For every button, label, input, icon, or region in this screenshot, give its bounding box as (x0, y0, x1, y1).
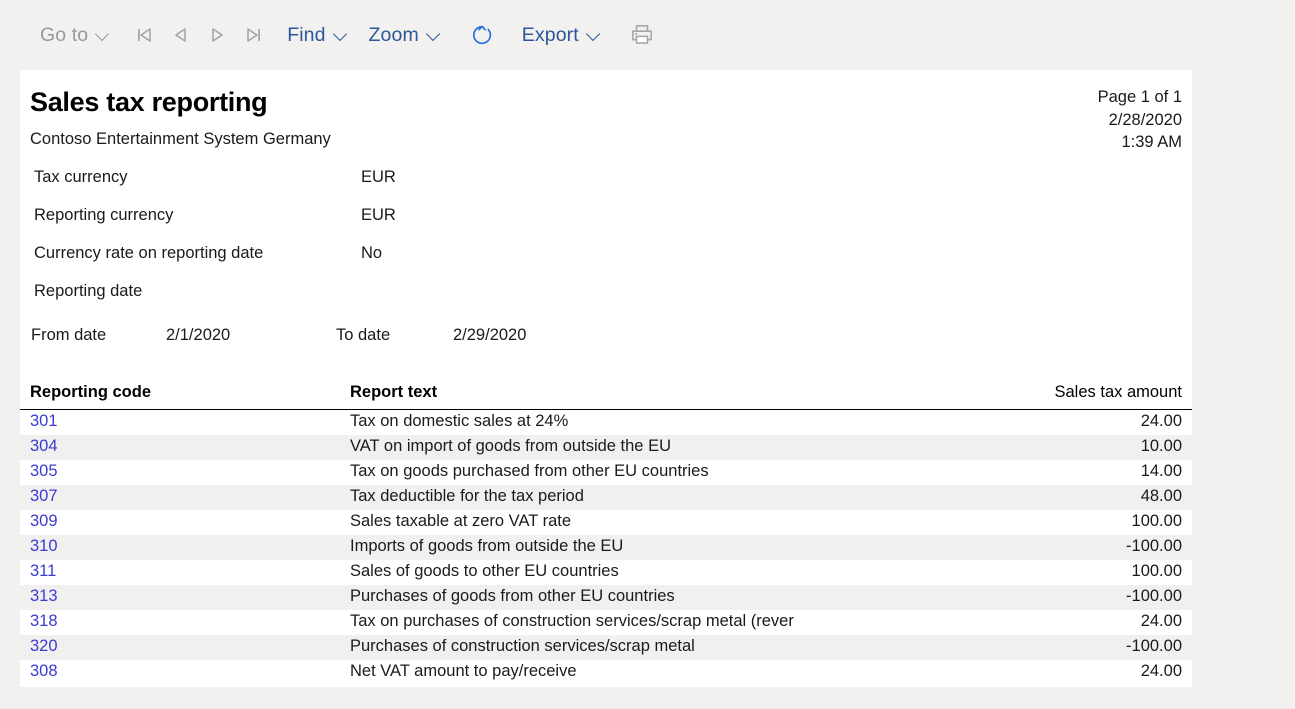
chevron-down-icon (587, 28, 602, 43)
legal-entity-name: Contoso Entertainment System Germany (30, 130, 331, 148)
cell-reporting-code[interactable]: 301 (30, 412, 58, 431)
cell-reporting-code[interactable]: 304 (30, 437, 58, 456)
cell-reporting-code[interactable]: 320 (30, 637, 58, 656)
cell-report-text: Tax on domestic sales at 24% (350, 412, 569, 430)
cell-reporting-code[interactable]: 308 (30, 662, 58, 681)
zoom-label: Zoom (368, 23, 419, 46)
to-date-value: 2/29/2020 (453, 326, 527, 344)
find-dropdown[interactable]: Find (281, 14, 354, 56)
page-number: Page 1 of 1 (1097, 88, 1182, 106)
cell-sales-tax-amount: 100.00 (1131, 512, 1182, 530)
cell-report-text: Tax on goods purchased from other EU cou… (350, 462, 709, 480)
report-meta: Page 1 of 1 2/28/2020 1:39 AM (1098, 86, 1182, 154)
parameter-value: EUR (361, 206, 396, 224)
table-row: 301 Tax on domestic sales at 24% 24.00 (20, 410, 1192, 435)
go-to-label: Go to (40, 23, 89, 46)
page-title: Sales tax reporting (30, 87, 268, 117)
table-row: 304 VAT on import of goods from outside … (20, 435, 1192, 460)
cell-sales-tax-amount: -100.00 (1126, 587, 1182, 605)
sales-tax-table: Reporting code Report text Sales tax amo… (20, 383, 1192, 685)
table-row: 308 Net VAT amount to pay/receive 24.00 (20, 660, 1192, 685)
export-label: Export (521, 23, 579, 46)
cell-reporting-code[interactable]: 318 (30, 612, 58, 631)
cell-report-text: VAT on import of goods from outside the … (350, 437, 671, 455)
cell-reporting-code[interactable]: 309 (30, 512, 58, 531)
table-row: 309 Sales taxable at zero VAT rate 100.0… (20, 510, 1192, 535)
to-date-label: To date (336, 326, 391, 344)
cell-sales-tax-amount: 10.00 (1140, 437, 1182, 455)
parameter-row: Reporting currency EUR (20, 203, 1192, 241)
table-header-row: Reporting code Report text Sales tax amo… (20, 383, 1192, 410)
cell-reporting-code[interactable]: 307 (30, 487, 58, 506)
table-row: 313 Purchases of goods from other EU cou… (20, 585, 1192, 610)
parameter-label: Reporting currency (34, 206, 174, 224)
cell-reporting-code[interactable]: 305 (30, 462, 58, 481)
cell-sales-tax-amount: 24.00 (1140, 662, 1182, 680)
report-date: 2/28/2020 (1108, 110, 1182, 129)
next-page-button[interactable] (199, 15, 235, 55)
previous-page-button[interactable] (163, 15, 199, 55)
cell-report-text: Tax deductible for the tax period (350, 487, 584, 505)
cell-reporting-code[interactable]: 311 (30, 562, 56, 581)
chevron-down-icon (427, 28, 442, 43)
first-page-button[interactable] (127, 15, 163, 55)
chevron-down-icon (334, 28, 349, 43)
cell-sales-tax-amount: -100.00 (1126, 637, 1182, 655)
cell-sales-tax-amount: 48.00 (1140, 487, 1182, 505)
cell-sales-tax-amount: 24.00 (1140, 612, 1182, 630)
table-row: 310 Imports of goods from outside the EU… (20, 535, 1192, 560)
print-button[interactable] (616, 14, 668, 56)
parameter-label: Tax currency (34, 168, 128, 186)
cell-report-text: Purchases of construction services/scrap… (350, 637, 695, 655)
parameter-row: Tax currency EUR (20, 165, 1192, 203)
table-row: 320 Purchases of construction services/s… (20, 635, 1192, 660)
parameter-value: No (361, 244, 383, 262)
table-row: 318 Tax on purchases of construction ser… (20, 610, 1192, 635)
export-dropdown[interactable]: Export (516, 14, 608, 56)
report-time: 1:39 AM (1121, 133, 1182, 152)
table-row: 311 Sales of goods to other EU countries… (20, 560, 1192, 585)
column-header-report-text: Report text (350, 383, 438, 401)
cell-sales-tax-amount: 14.00 (1140, 462, 1182, 480)
refresh-button[interactable] (456, 14, 508, 56)
parameter-row: Reporting date (20, 279, 1192, 317)
report-header: Sales tax reporting Contoso Entertainmen… (20, 70, 1192, 158)
go-to-dropdown[interactable]: Go to (34, 14, 117, 56)
refresh-icon (472, 25, 491, 45)
table-row: 305 Tax on goods purchased from other EU… (20, 460, 1192, 485)
report-viewer-toolbar: Go to Find Zoom Export (0, 0, 1295, 70)
cell-report-text: Purchases of goods from other EU countri… (350, 587, 675, 605)
cell-report-text: Sales taxable at zero VAT rate (350, 512, 572, 530)
parameter-row: Currency rate on reporting date No (20, 241, 1192, 279)
chevron-down-icon (96, 28, 111, 43)
date-range-row: From date 2/1/2020 To date 2/29/2020 (20, 326, 1192, 360)
print-icon (631, 25, 652, 44)
find-label: Find (287, 23, 326, 46)
cell-reporting-code[interactable]: 313 (30, 587, 58, 606)
cell-report-text: Sales of goods to other EU countries (350, 562, 619, 580)
last-page-button[interactable] (235, 15, 271, 55)
cell-report-text: Imports of goods from outside the EU (350, 537, 624, 555)
report-page: Sales tax reporting Contoso Entertainmen… (20, 70, 1192, 687)
column-header-reporting-code: Reporting code (30, 383, 152, 401)
parameter-label: Reporting date (34, 282, 143, 300)
cell-sales-tax-amount: -100.00 (1126, 537, 1182, 555)
cell-sales-tax-amount: 100.00 (1131, 562, 1182, 580)
page-navigation-group (127, 15, 271, 55)
parameter-label: Currency rate on reporting date (34, 244, 264, 262)
cell-report-text: Tax on purchases of construction service… (350, 612, 794, 630)
column-header-sales-tax-amount: Sales tax amount (1054, 383, 1183, 401)
parameter-value: EUR (361, 168, 396, 186)
zoom-dropdown[interactable]: Zoom (363, 14, 448, 56)
report-parameters: Tax currency EUR Reporting currency EUR … (20, 165, 1192, 317)
cell-reporting-code[interactable]: 310 (30, 537, 58, 556)
from-date-label: From date (31, 326, 107, 344)
table-row: 307 Tax deductible for the tax period 48… (20, 485, 1192, 510)
cell-report-text: Net VAT amount to pay/receive (350, 662, 577, 680)
cell-sales-tax-amount: 24.00 (1140, 412, 1182, 430)
from-date-value: 2/1/2020 (166, 326, 231, 344)
